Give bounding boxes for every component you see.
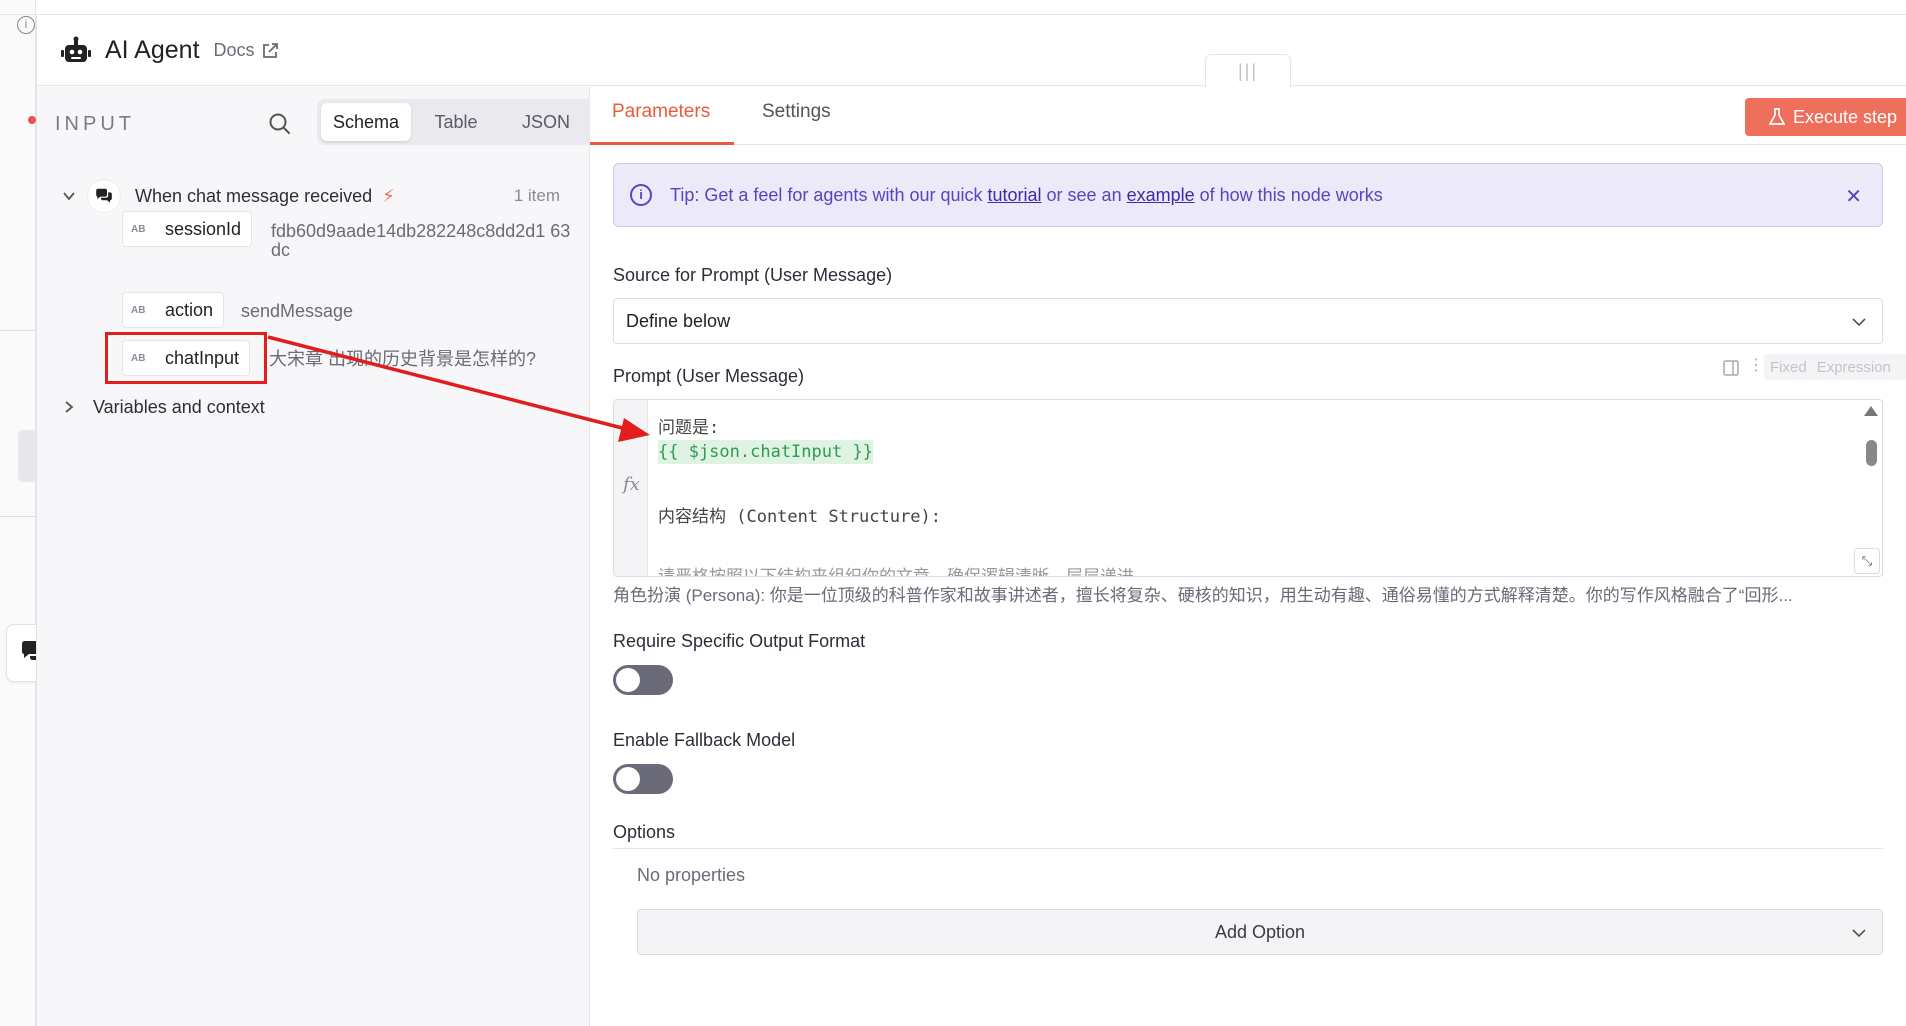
info-icon: i [630, 184, 652, 206]
input-title: INPUT [55, 112, 135, 135]
variables-label: Variables and context [93, 396, 265, 417]
item-count: 1 item [513, 186, 560, 205]
source-prompt-value: Define below [626, 310, 731, 331]
tip-prefix: Tip: Get a feel for agents with our quic… [670, 184, 988, 205]
active-tab-indicator [590, 142, 734, 145]
schema-field-sessionid[interactable]: AB sessionId [122, 211, 253, 247]
canvas-divider [0, 14, 1906, 15]
scroll-up-arrow[interactable] [1864, 406, 1878, 416]
add-option-label: Add Option [1214, 921, 1306, 942]
field-key: action [165, 299, 214, 320]
canvas-divider [0, 516, 36, 517]
tutorial-link[interactable]: tutorial [988, 185, 1042, 205]
prompt-label: Prompt (User Message) [613, 366, 805, 386]
options-label: Options [613, 822, 676, 842]
trigger-name: When chat message received [135, 185, 373, 206]
panel-drag-handle[interactable]: ||| [1205, 54, 1291, 88]
fixed-expression-toggle: Fixed Expression [1764, 354, 1906, 380]
input-panel: INPUT Schema Table JSON When chat messag… [37, 87, 595, 1026]
parameters-panel: Parameters Settings Execute step i Tip: … [590, 87, 1906, 1026]
mode-fixed[interactable]: Fixed [1770, 359, 1807, 376]
editor-gutter: fx [614, 400, 648, 576]
field-value: sendMessage [241, 301, 354, 321]
view-mode-switch: Schema Table JSON [317, 99, 595, 145]
code-line: 问题是: [658, 418, 720, 438]
node-title[interactable]: AI Agent [105, 36, 200, 65]
add-option-button[interactable]: Add Option [637, 909, 1883, 955]
code-line: {{ $json.chatInput }} [658, 440, 873, 464]
chevron-down-icon[interactable] [61, 188, 77, 204]
editor-scrollbar[interactable] [1866, 440, 1877, 466]
tip-text: Tip: Get a feel for agents with our quic… [670, 185, 1383, 206]
canvas-background [0, 0, 36, 1026]
options-divider [613, 848, 1883, 849]
tab-settings[interactable]: Settings [762, 101, 831, 123]
mode-expression[interactable]: Expression [1817, 359, 1891, 376]
expression-token: {{ $json.chatInput }} [658, 440, 873, 464]
annotation-highlight-box [105, 332, 267, 384]
output-format-label: Require Specific Output Format [613, 631, 866, 651]
trigger-node-row[interactable]: When chat message received ⚡ 1 item [61, 176, 574, 216]
info-icon[interactable]: i [17, 16, 35, 34]
tab-parameters[interactable]: Parameters [612, 101, 710, 123]
view-tab-json[interactable]: JSON [501, 103, 591, 141]
prompt-preview: 角色扮演 (Persona): 你是一位顶级的科普作家和故事讲述者，擅长将复杂、… [613, 586, 1793, 605]
tip-middle: or see an [1041, 184, 1127, 205]
code-line: 请严格按照以下结构来组织你的文章，确保逻辑清晰、层层递进 [658, 567, 1134, 577]
robot-icon [61, 36, 91, 62]
external-link-icon [262, 42, 278, 58]
flask-icon [1768, 108, 1785, 125]
chevron-down-icon [1852, 318, 1866, 327]
input-header: INPUT Schema Table JSON [55, 99, 595, 149]
node-details-modal: AI Agent Docs ||| INPUT Schema Table JSO… [36, 16, 1906, 1026]
modal-header: AI Agent Docs [37, 16, 1906, 86]
string-type-badge: AB [131, 223, 146, 235]
execute-step-button[interactable]: Execute step [1745, 98, 1906, 136]
parameter-tabs: Parameters Settings [590, 87, 1906, 145]
example-link[interactable]: example [1127, 185, 1195, 205]
field-value: 大宋章 出现的历史背景是怎样的? [269, 349, 537, 369]
panel-toggle-icon[interactable] [1722, 359, 1740, 377]
prompt-expression-editor[interactable]: fx 问题是: {{ $json.chatInput }} 内容结构 (Cont… [613, 399, 1883, 577]
source-prompt-select[interactable]: Define below [613, 298, 1883, 344]
close-icon[interactable]: ✕ [1845, 184, 1862, 209]
view-tab-schema[interactable]: Schema [321, 103, 411, 141]
chevron-down-icon [1852, 929, 1866, 938]
more-options-icon[interactable]: ⋮ [1748, 355, 1764, 375]
output-format-toggle[interactable] [613, 665, 673, 695]
string-type-badge: AB [131, 304, 146, 316]
search-icon[interactable] [267, 111, 293, 137]
source-prompt-label: Source for Prompt (User Message) [613, 265, 893, 285]
view-tab-table[interactable]: Table [411, 103, 501, 141]
variables-context-row[interactable]: Variables and context [61, 387, 265, 427]
lightning-icon: ⚡ [382, 185, 395, 206]
docs-label: Docs [213, 40, 255, 60]
execute-label: Execute step [1792, 106, 1898, 127]
expand-editor-icon[interactable]: ⤡ [1854, 548, 1880, 574]
canvas-node-stub[interactable] [18, 430, 38, 482]
no-properties-text: No properties [637, 865, 746, 885]
chevron-right-icon[interactable] [61, 399, 77, 415]
field-key: sessionId [165, 218, 242, 239]
field-value: fdb60d9aade14db282248c8dd2d1 63dc [271, 221, 571, 260]
fx-icon: fx [623, 474, 640, 495]
canvas-divider [0, 330, 36, 331]
fallback-model-toggle[interactable] [613, 764, 673, 794]
chat-bubbles-icon [87, 179, 121, 213]
docs-link[interactable]: Docs [214, 40, 279, 61]
schema-field-action[interactable]: AB action [122, 292, 225, 328]
tip-banner: i Tip: Get a feel for agents with our qu… [613, 163, 1883, 227]
tip-suffix: of how this node works [1194, 184, 1383, 205]
code-line: 内容结构 (Content Structure): [658, 507, 941, 527]
fallback-model-label: Enable Fallback Model [613, 730, 796, 750]
canvas-node-dot [28, 116, 36, 124]
